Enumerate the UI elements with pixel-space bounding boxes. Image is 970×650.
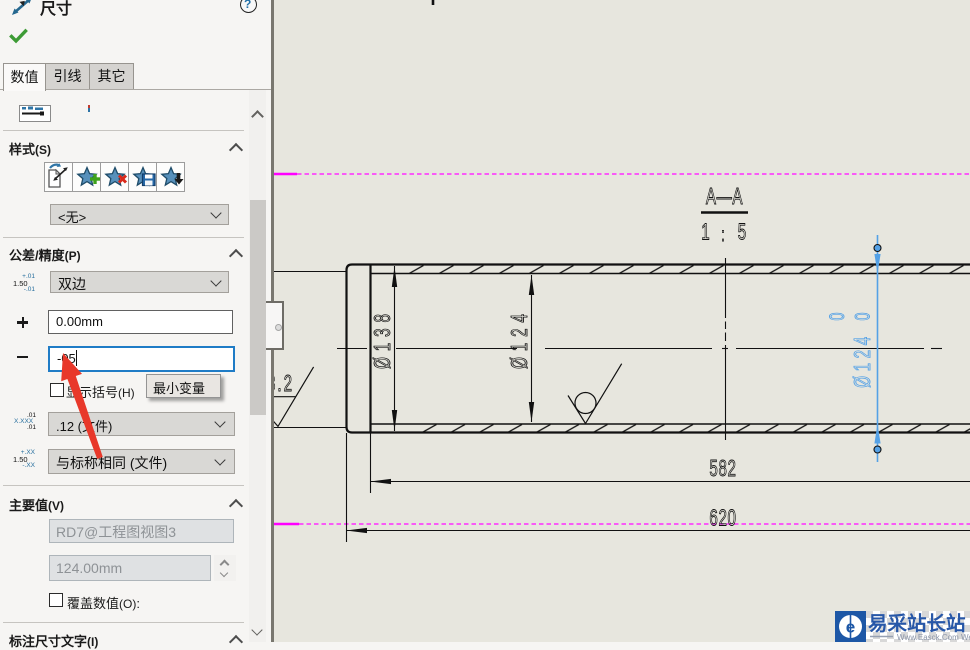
- svg-text:Www.Easck.Com Webmaster: Www.Easck.Com Webmaster: [897, 633, 970, 642]
- svg-text:3.2: 3.2: [274, 371, 294, 397]
- svg-text:A—A: A—A: [706, 184, 743, 210]
- svg-text:Ø124: Ø124: [850, 332, 876, 388]
- svg-text:0: 0: [825, 313, 848, 321]
- svg-text:620: 620: [709, 505, 736, 531]
- svg-text:e: e: [846, 618, 855, 637]
- svg-text:易采站长站: 易采站长站: [868, 612, 966, 635]
- svg-text:1: 1: [701, 219, 709, 245]
- svg-text:Ø138: Ø138: [370, 308, 396, 369]
- svg-text:0: 0: [851, 313, 874, 321]
- svg-text:5: 5: [738, 219, 747, 245]
- svg-text:582: 582: [709, 456, 736, 482]
- svg-text::: :: [721, 224, 724, 245]
- svg-text:Ø124: Ø124: [507, 308, 533, 369]
